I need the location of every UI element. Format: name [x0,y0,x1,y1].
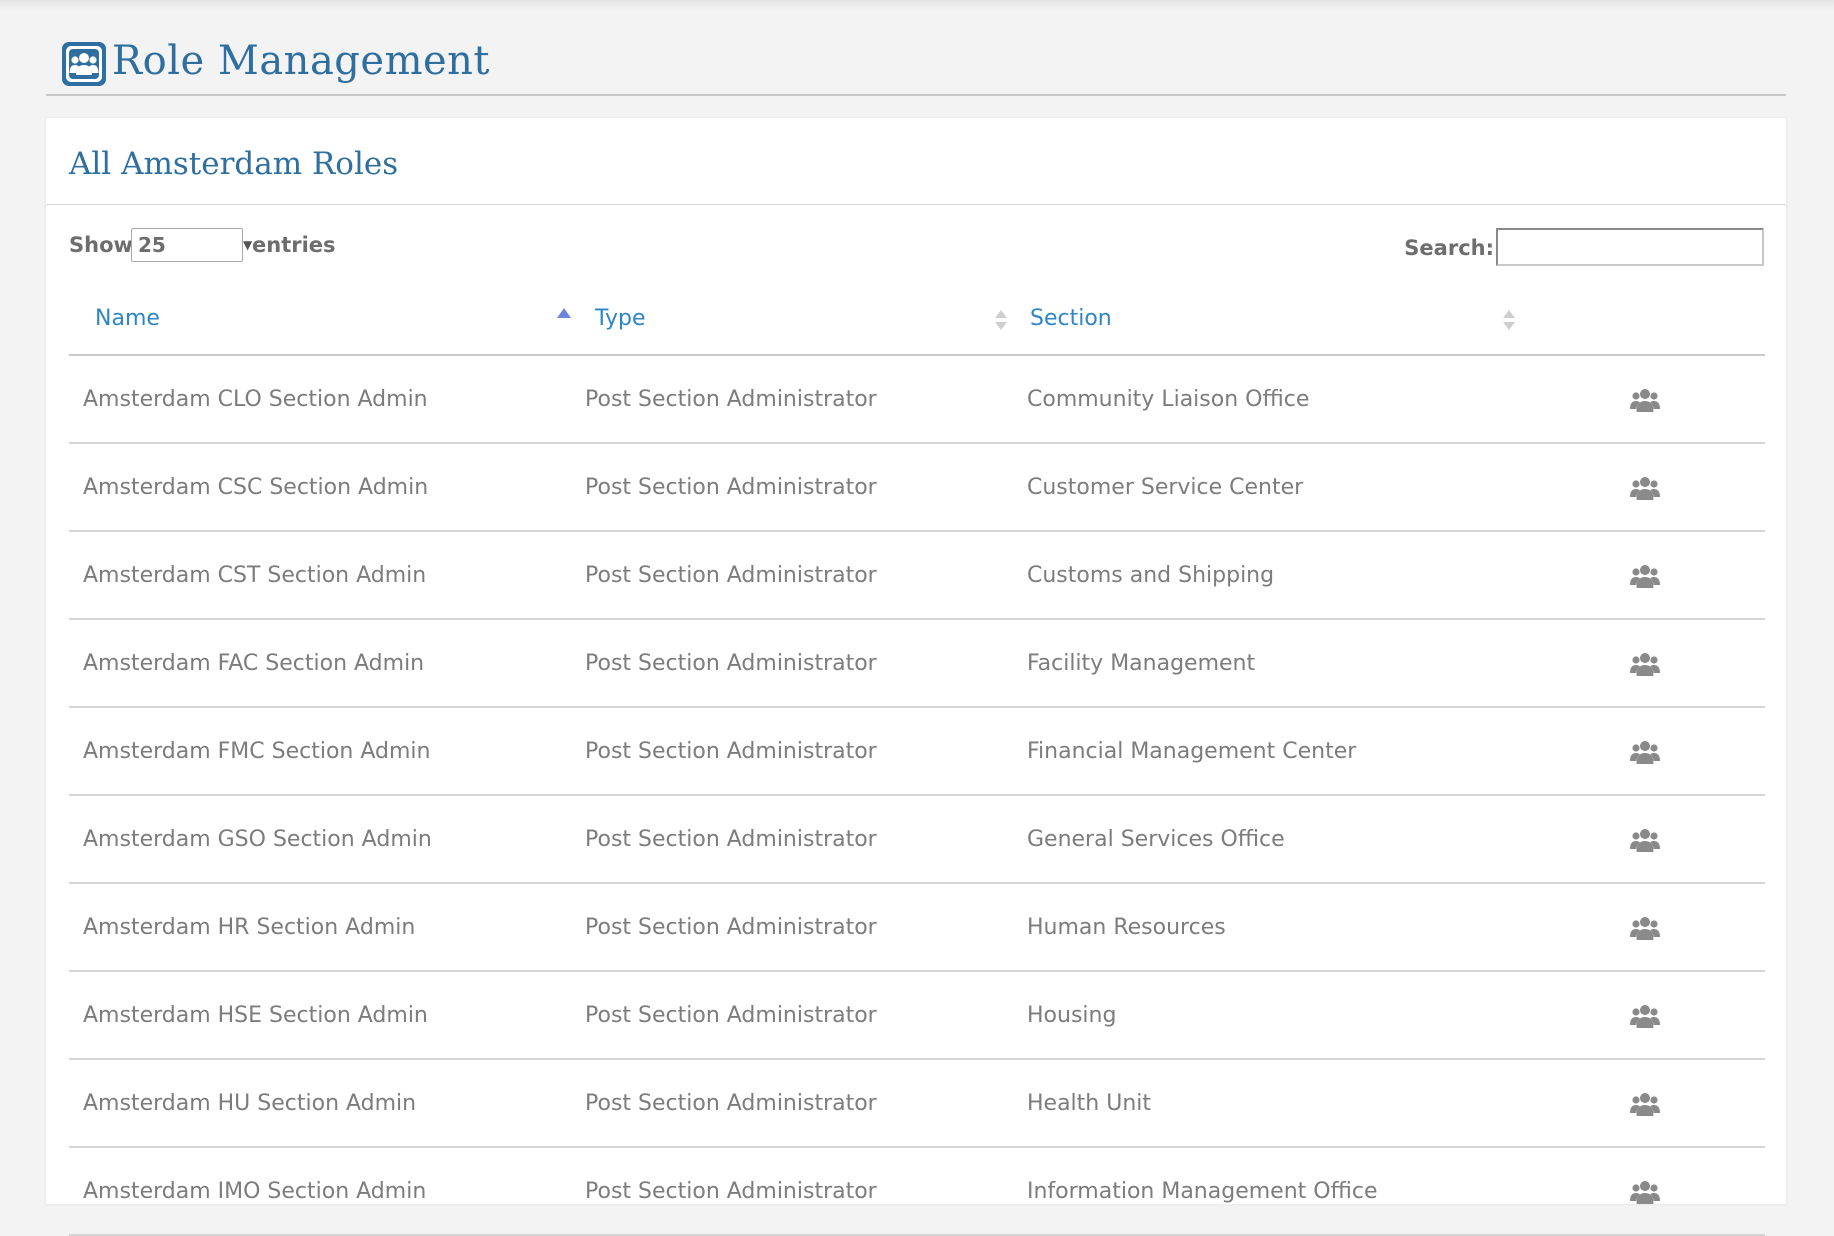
sort-ascending-icon [557,296,571,336]
role-section-cell: Customer Service Center [1017,443,1527,532]
role-type-cell: Post Section Administrator [579,531,1017,620]
role-section-cell: Information Management Office [1017,1147,1527,1236]
role-type-cell: Post Section Administrator [579,1059,1017,1148]
role-actions-cell [1527,355,1765,444]
users-icon[interactable] [1630,1091,1660,1117]
table-header-row: Name Type Section [69,282,1765,356]
table-row: Amsterdam CSC Section Admin Post Section… [69,443,1765,532]
roles-table: Name Type Section Amsterdam CLO Section … [69,282,1765,1236]
role-actions-cell [1527,1147,1765,1236]
role-type-cell: Post Section Administrator [579,883,1017,972]
users-icon[interactable] [1630,915,1660,941]
role-actions-cell [1527,883,1765,972]
table-row: Amsterdam HSE Section Admin Post Section… [69,971,1765,1060]
page-header: Role Management [46,36,1786,96]
search-label: Search: [1404,236,1494,260]
show-label: Show [69,233,133,257]
users-icon[interactable] [1630,1179,1660,1205]
role-type-cell: Post Section Administrator [579,795,1017,884]
table-row: Amsterdam HU Section Admin Post Section … [69,1059,1765,1148]
role-actions-cell [1527,1059,1765,1148]
role-name-cell: Amsterdam HU Section Admin [69,1059,579,1148]
sort-both-icon [1503,296,1517,336]
role-type-cell: Post Section Administrator [579,355,1017,444]
role-section-cell: Community Liaison Office [1017,355,1527,444]
table-row: Amsterdam FMC Section Admin Post Section… [69,707,1765,796]
top-shadow [0,0,1834,10]
role-section-cell: Health Unit [1017,1059,1527,1148]
role-section-cell: Customs and Shipping [1017,531,1527,620]
role-section-cell: General Services Office [1017,795,1527,884]
role-name-cell: Amsterdam HSE Section Admin [69,971,579,1060]
column-header-name-label: Name [95,306,160,331]
role-name-cell: Amsterdam FAC Section Admin [69,619,579,708]
users-icon[interactable] [1630,1003,1660,1029]
users-group-icon [62,42,106,86]
users-icon[interactable] [1630,827,1660,853]
entries-per-page-select[interactable]: 25 [131,228,243,262]
column-header-type[interactable]: Type [579,282,1017,356]
role-name-cell: Amsterdam IMO Section Admin [69,1147,579,1236]
sort-both-icon [995,296,1009,336]
table-row: Amsterdam CST Section Admin Post Section… [69,531,1765,620]
table-row: Amsterdam GSO Section Admin Post Section… [69,795,1765,884]
table-row: Amsterdam IMO Section Admin Post Section… [69,1147,1765,1236]
role-section-cell: Facility Management [1017,619,1527,708]
role-section-cell: Housing [1017,971,1527,1060]
chevron-down-icon: ▼ [243,238,253,252]
roles-panel: All Amsterdam Roles Show 25 ▼ entries Se… [46,118,1786,1236]
column-header-type-label: Type [595,306,646,331]
page-title: Role Management [112,38,491,84]
role-name-cell: Amsterdam GSO Section Admin [69,795,579,884]
panel-title: All Amsterdam Roles [69,146,399,182]
role-type-cell: Post Section Administrator [579,619,1017,708]
role-actions-cell [1527,707,1765,796]
role-name-cell: Amsterdam CLO Section Admin [69,355,579,444]
users-icon[interactable] [1630,387,1660,413]
table-row: Amsterdam CLO Section Admin Post Section… [69,355,1765,444]
role-type-cell: Post Section Administrator [579,1147,1017,1236]
column-header-section-label: Section [1030,306,1112,331]
search-control: Search: [1204,228,1764,266]
users-icon[interactable] [1630,651,1660,677]
role-actions-cell [1527,443,1765,532]
role-actions-cell [1527,795,1765,884]
role-actions-cell [1527,619,1765,708]
role-section-cell: Financial Management Center [1017,707,1527,796]
users-icon[interactable] [1630,563,1660,589]
column-header-actions [1527,282,1765,356]
role-name-cell: Amsterdam HR Section Admin [69,883,579,972]
table-row: Amsterdam HR Section Admin Post Section … [69,883,1765,972]
users-icon[interactable] [1630,475,1660,501]
role-actions-cell [1527,971,1765,1060]
role-name-cell: Amsterdam CSC Section Admin [69,443,579,532]
users-icon[interactable] [1630,739,1660,765]
role-name-cell: Amsterdam CST Section Admin [69,531,579,620]
role-section-cell: Human Resources [1017,883,1527,972]
column-header-section[interactable]: Section [1017,282,1527,356]
role-type-cell: Post Section Administrator [579,707,1017,796]
search-input[interactable] [1496,228,1764,266]
role-name-cell: Amsterdam FMC Section Admin [69,707,579,796]
column-header-name[interactable]: Name [69,282,579,356]
entries-label: entries [252,233,336,257]
table-row: Amsterdam FAC Section Admin Post Section… [69,619,1765,708]
panel-heading: All Amsterdam Roles [46,118,1786,205]
role-type-cell: Post Section Administrator [579,971,1017,1060]
role-type-cell: Post Section Administrator [579,443,1017,532]
role-actions-cell [1527,531,1765,620]
